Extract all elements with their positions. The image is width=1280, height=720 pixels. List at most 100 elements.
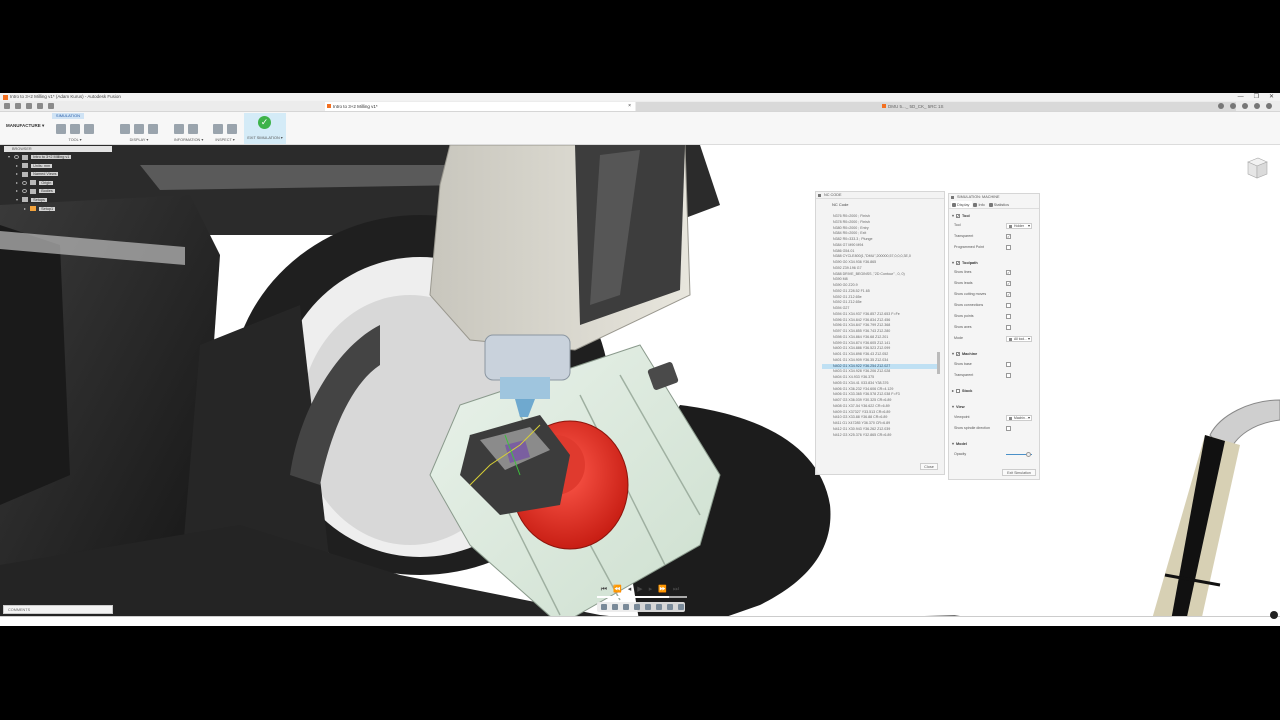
nc-code-icon[interactable]: [174, 124, 184, 134]
file-icon[interactable]: [15, 103, 21, 109]
maximize-button[interactable]: ❐: [1254, 93, 1259, 101]
section-stock[interactable]: ▸ Stock: [952, 388, 972, 393]
help-icon[interactable]: [1270, 611, 1278, 619]
chevron-right-icon[interactable]: ▸: [16, 187, 21, 195]
tab-display[interactable]: Display: [951, 201, 973, 208]
section-checkbox[interactable]: ✓: [956, 261, 960, 265]
canvas-viewport[interactable]: BROWSER ▾ Intro to 3+2 Milling v1 ▸ Unit…: [0, 145, 1280, 626]
browser-node-named-views[interactable]: ▸ Named Views: [8, 170, 112, 179]
section-checkbox[interactable]: [956, 389, 960, 393]
look-at-icon[interactable]: [612, 604, 618, 610]
chevron-down-icon[interactable]: ▾: [8, 153, 13, 161]
display-group[interactable]: DISPLAY ▾: [120, 120, 158, 144]
measure-icon[interactable]: [213, 124, 223, 134]
visibility-icon[interactable]: [22, 189, 28, 194]
zoom-icon[interactable]: [634, 604, 640, 610]
minimize-button[interactable]: —: [1238, 93, 1244, 101]
browser-node-origin[interactable]: ▸ Origin: [8, 179, 112, 188]
viewpoint-select[interactable]: Machin...: [1006, 415, 1032, 421]
notification-icon[interactable]: [1230, 103, 1236, 109]
step-forward-one-icon[interactable]: ▸: [649, 584, 653, 596]
simulation-progress[interactable]: [597, 596, 687, 598]
browser-node-bodies[interactable]: ▸ Bodies: [8, 187, 112, 196]
fit-icon[interactable]: [645, 604, 651, 610]
simulation-panel-header[interactable]: SIMULATION: MACHINE: [949, 194, 1039, 201]
grid-icon[interactable]: [4, 103, 10, 109]
close-window-button[interactable]: ✕: [1269, 93, 1274, 101]
holder-icon[interactable]: [70, 124, 80, 134]
section-model[interactable]: ▾ Model: [952, 441, 967, 446]
help-icon[interactable]: [1254, 103, 1260, 109]
information-group[interactable]: INFORMATION ▾: [174, 120, 203, 144]
go-to-end-icon[interactable]: ⏭: [673, 584, 679, 596]
undo-icon[interactable]: [37, 103, 43, 109]
show-cutting-moves-checkbox[interactable]: ✓: [1006, 292, 1011, 297]
exit-simulation-panel-button[interactable]: Exit Simulation: [1002, 469, 1036, 476]
toolpath-icon[interactable]: [134, 124, 144, 134]
stock-icon[interactable]: [84, 124, 94, 134]
machine-icon[interactable]: [148, 124, 158, 134]
show-points-checkbox[interactable]: [1006, 314, 1011, 319]
chevron-right-icon[interactable]: ▸: [16, 162, 21, 170]
section-checkbox[interactable]: ✓: [956, 352, 960, 356]
viewports-icon[interactable]: [678, 604, 684, 610]
show-leads-checkbox[interactable]: ✓: [1006, 281, 1011, 286]
display-icon[interactable]: [120, 124, 130, 134]
show-axes-checkbox[interactable]: [1006, 325, 1011, 330]
workspace-switcher[interactable]: MANUFACTURE ▾: [6, 123, 44, 129]
tool-icon[interactable]: [56, 124, 66, 134]
section-machine[interactable]: ▾ ✓ Machine: [952, 351, 977, 356]
spindle-direction-checkbox[interactable]: [1006, 426, 1011, 431]
section-view[interactable]: ▾ View: [952, 404, 965, 409]
save-icon[interactable]: [26, 103, 32, 109]
document-tab-active[interactable]: Intro to 3+2 Milling v1* ×: [325, 102, 635, 111]
exit-simulation-button[interactable]: ✓ EXIT SIMULATION ▾: [244, 113, 286, 144]
avatar[interactable]: [1266, 103, 1272, 109]
machine-scene[interactable]: [0, 145, 1280, 626]
show-connections-checkbox[interactable]: [1006, 303, 1011, 308]
comments-panel[interactable]: COMMENTS: [3, 605, 113, 614]
tab-statistics[interactable]: Statistics: [988, 201, 1012, 208]
show-lines-checkbox[interactable]: ✓: [1006, 270, 1011, 275]
viewcube-icon[interactable]: [1242, 153, 1270, 181]
tab-simulation[interactable]: SIMULATION: [52, 113, 84, 119]
info-icon[interactable]: [188, 124, 198, 134]
add-icon[interactable]: [1218, 103, 1224, 109]
step-back-icon[interactable]: ⏪: [613, 584, 622, 596]
document-tab-inactive[interactable]: DMU 5..._ 5D_CK_ 5RC 1S: [636, 102, 1236, 111]
browser-node-setup1[interactable]: ▸ Setup1: [8, 205, 112, 214]
close-tab-icon[interactable]: ×: [628, 102, 631, 111]
nc-code-line[interactable]: N412 G3 X25.376 Y32.865 CR=6.89: [822, 433, 938, 439]
section-icon[interactable]: [227, 124, 237, 134]
nc-code-list[interactable]: N376 R0=2000 ; Finish N378 R0=2000 ; Fini…: [822, 214, 938, 460]
nc-code-header[interactable]: NC CODE: [816, 192, 944, 199]
tab-info[interactable]: Info: [972, 201, 987, 208]
go-to-start-icon[interactable]: ⏮: [601, 584, 607, 596]
machine-transparent-checkbox[interactable]: [1006, 373, 1011, 378]
close-button[interactable]: Close: [920, 463, 938, 470]
step-forward-icon[interactable]: ⏩: [658, 584, 667, 596]
section-checkbox[interactable]: ✓: [956, 214, 960, 218]
pan-icon[interactable]: [623, 604, 629, 610]
section-tool[interactable]: ▾ ✓ Tool: [952, 213, 970, 218]
programmed-point-checkbox[interactable]: [1006, 245, 1011, 250]
display-settings-icon[interactable]: [656, 604, 662, 610]
tool-select[interactable]: Holder: [1006, 223, 1032, 229]
grid-settings-icon[interactable]: [667, 604, 673, 610]
play-icon[interactable]: ▶: [637, 584, 642, 596]
show-base-checkbox[interactable]: [1006, 362, 1011, 367]
chevron-right-icon[interactable]: ▸: [24, 205, 29, 213]
browser-node-setups[interactable]: ▾ Setups: [8, 196, 112, 205]
redo-icon[interactable]: [48, 103, 54, 109]
section-toolpath[interactable]: ▾ ✓ Toolpath: [952, 260, 978, 265]
chevron-right-icon[interactable]: ▸: [16, 170, 21, 178]
visibility-icon[interactable]: [22, 180, 28, 185]
inspect-group[interactable]: INSPECT ▾: [213, 120, 237, 144]
orbit-icon[interactable]: [601, 604, 607, 610]
browser-node-units[interactable]: ▸ Units: mm: [8, 162, 112, 171]
visibility-icon[interactable]: [14, 155, 20, 159]
opacity-slider-handle[interactable]: [1025, 451, 1031, 457]
transparent-checkbox[interactable]: ✓: [1006, 234, 1011, 239]
chevron-down-icon[interactable]: ▾: [16, 196, 21, 204]
tool-group[interactable]: TOOL ▾: [56, 120, 94, 144]
